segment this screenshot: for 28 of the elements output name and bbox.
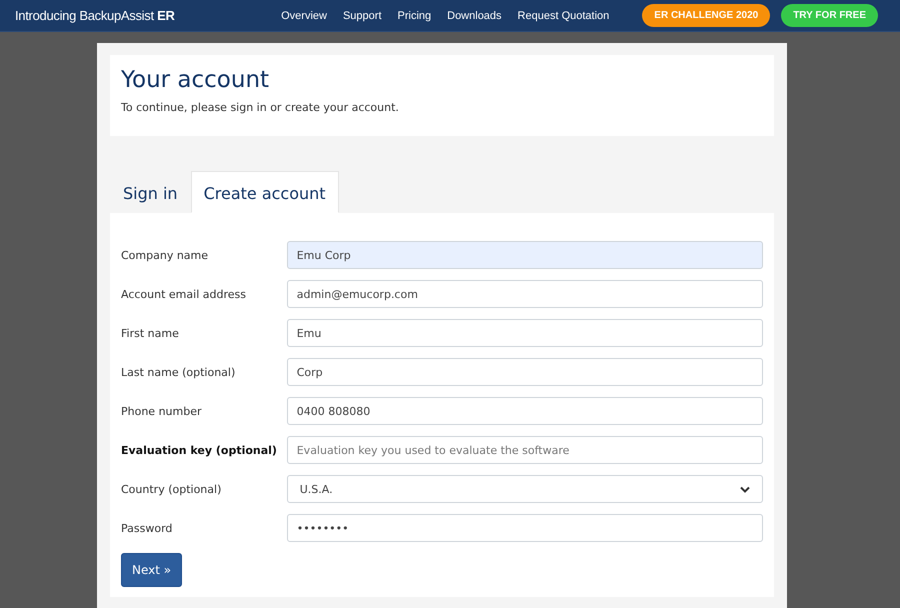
field-label: Password <box>121 522 174 534</box>
nav-link[interactable]: Support <box>342 10 382 22</box>
tab[interactable]: Sign in <box>110 171 191 213</box>
chevron-down-icon <box>740 486 750 492</box>
tab[interactable]: Create account <box>190 171 339 213</box>
page-title: Your account <box>121 67 270 93</box>
nav-link[interactable]: Pricing <box>398 10 432 22</box>
input-field[interactable]: 0400 808080 <box>286 397 763 425</box>
field-label: First name <box>121 326 180 340</box>
page-subtitle: To continue, please sign in or create your account. <box>121 101 400 114</box>
nav-link[interactable]: Request Quotation <box>518 10 610 22</box>
field-label: Company name <box>121 248 210 262</box>
field-label: Country (optional) <box>121 482 222 496</box>
nav-link[interactable]: Downloads <box>447 10 502 22</box>
input-field[interactable]: Emu <box>286 319 763 347</box>
input-field[interactable]: admin@emucorp.com <box>286 280 763 308</box>
field-label: Account email address <box>121 288 247 300</box>
input-field[interactable]: •••••••• <box>286 514 763 542</box>
input-field[interactable]: Corp <box>286 358 763 386</box>
input-field[interactable]: Emu Corp <box>286 241 763 269</box>
field-label: Evaluation key (optional) <box>121 444 278 456</box>
input-field[interactable]: Evaluation key you used to evaluate the software <box>286 436 763 464</box>
field-label: Last name (optional) <box>121 366 236 378</box>
next-button[interactable]: Next » <box>121 553 182 587</box>
nav-link[interactable]: Overview <box>281 10 327 22</box>
country-dropdown[interactable]: U.S.A. <box>286 475 763 503</box>
field-label: Phone number <box>121 404 203 418</box>
brand-logo-text[interactable]: Introducing BackupAssist ER <box>15 8 175 23</box>
